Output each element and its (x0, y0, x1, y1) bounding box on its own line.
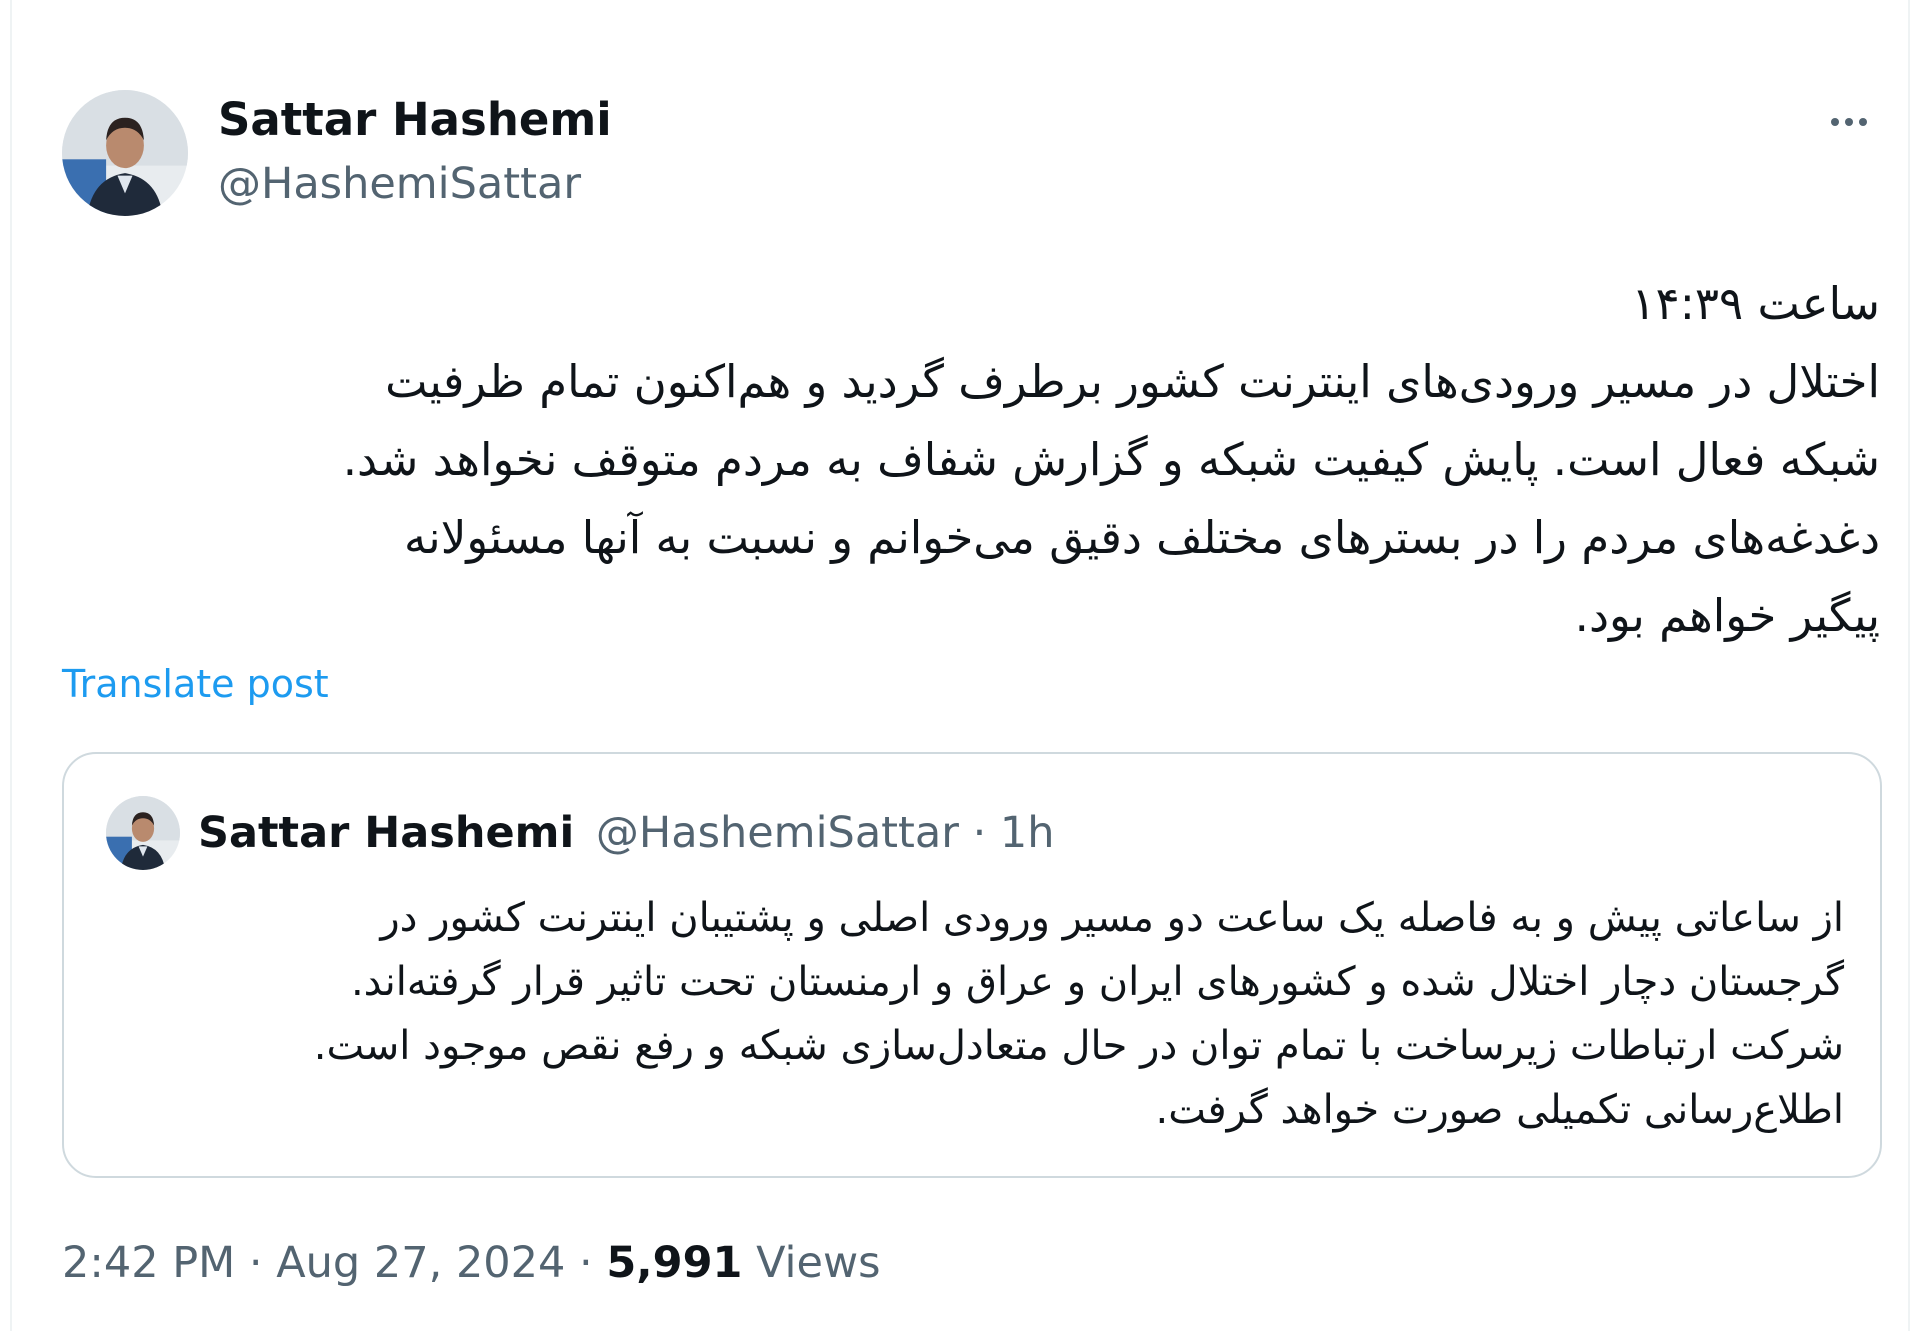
timestamp[interactable]: 2:42 PM · Aug 27, 2024 · (62, 1238, 606, 1288)
author-avatar[interactable] (62, 90, 188, 216)
quote-line: گرجستان دچار اختلال شده و کشورهای ایران … (350, 959, 1844, 1005)
tweet-line: دغدغه‌های مردم را در بسترهای مختلف دقیق … (404, 511, 1880, 564)
quote-header: Sattar Hashemi @HashemiSattar · 1h (198, 806, 1055, 860)
avatar-photo-icon (62, 90, 188, 216)
quote-text: از ساعاتی پیش و به فاصله یک ساعت دو مسیر… (104, 886, 1844, 1142)
tweet-line: ساعت ۱۴:۳۹ (1631, 277, 1880, 330)
tweet-meta: 2:42 PM · Aug 27, 2024 · 5,991 Views (62, 1236, 881, 1290)
quote-line: اطلاع‌رسانی تکمیلی صورت خواهد گرفت. (1155, 1087, 1844, 1133)
translate-post-link[interactable]: Translate post (62, 660, 329, 708)
views-label: Views (742, 1238, 881, 1288)
quote-line: از ساعاتی پیش و به فاصله یک ساعت دو مسیر… (380, 895, 1844, 941)
more-horizontal-icon-dot (1859, 118, 1867, 126)
author-name[interactable]: Sattar Hashemi (218, 92, 612, 148)
quote-line: شرکت ارتباطات زیرساخت با تمام توان در حا… (313, 1023, 1844, 1069)
more-options-button[interactable] (1812, 100, 1886, 144)
more-horizontal-icon-dot (1845, 118, 1853, 126)
avatar-photo-icon (106, 796, 180, 870)
quoted-tweet-card[interactable]: Sattar Hashemi @HashemiSattar · 1h از سا… (62, 752, 1882, 1178)
quote-author-name[interactable]: Sattar Hashemi (198, 808, 574, 858)
quote-author-handle-time[interactable]: @HashemiSattar · 1h (596, 808, 1055, 858)
tweet-line: پیگیر خواهم بود. (1574, 589, 1880, 642)
views-count: 5,991 (606, 1238, 743, 1288)
tweet-line: شبکه فعال است. پایش کیفیت شبکه و گزارش ش… (342, 433, 1880, 486)
tweet-line: اختلال در مسیر ورودی‌های اینترنت کشور بر… (385, 355, 1880, 408)
tweet-text: ساعت ۱۴:۳۹ اختلال در مسیر ورودی‌های اینت… (120, 265, 1880, 655)
quote-author-avatar[interactable] (106, 796, 180, 870)
author-handle[interactable]: @HashemiSattar (218, 157, 581, 211)
more-horizontal-icon (1831, 118, 1839, 126)
